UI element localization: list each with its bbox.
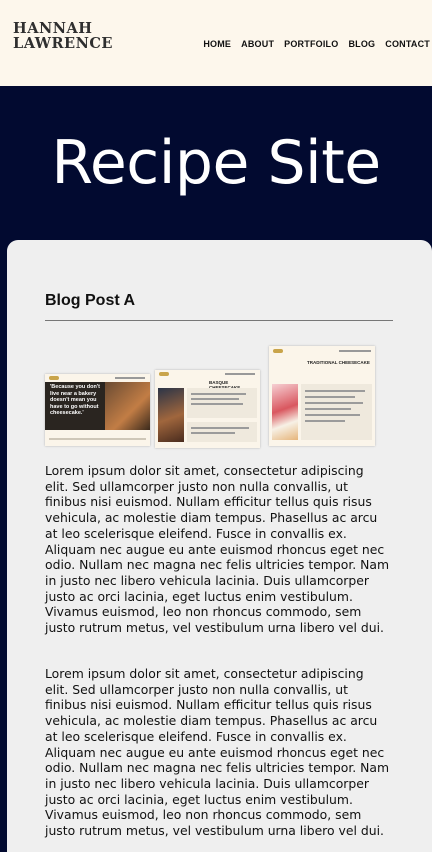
mini-logo-icon — [273, 349, 283, 353]
text-line — [191, 403, 243, 405]
nav-about-link[interactable]: ABOUT — [241, 39, 274, 49]
text-line — [191, 393, 246, 395]
text-line — [305, 390, 365, 392]
hero-title: Recipe Site — [51, 128, 381, 198]
text-line — [305, 420, 345, 422]
post-paragraph-2: Lorem ipsum dolor sit amet, consectetur … — [45, 666, 390, 839]
text-line — [191, 398, 239, 400]
text-line — [191, 432, 235, 434]
mini-nav — [115, 377, 145, 379]
nav-contact-link[interactable]: CONTACT — [385, 39, 430, 49]
post-divider — [45, 320, 393, 321]
cheesecake-photo — [272, 384, 298, 440]
nav-blog-link[interactable]: BLOG — [348, 39, 375, 49]
food-photo — [105, 382, 150, 430]
main-nav: HOME ABOUT PORTFOILO BLOG CONTACT — [203, 39, 430, 49]
mini-logo-icon — [49, 376, 59, 380]
recipe-panel — [301, 384, 372, 440]
quote-text: 'Because you don't live near a bakery do… — [50, 384, 100, 416]
text-line — [305, 408, 351, 410]
text-line — [305, 402, 363, 404]
screenshot-home[interactable]: 'Because you don't live near a bakery do… — [45, 374, 150, 446]
post-screenshots: 'Because you don't live near a bakery do… — [45, 346, 375, 448]
nav-home-link[interactable]: HOME — [203, 39, 231, 49]
blog-post-card: Blog Post A 'Because you don't live near… — [7, 240, 432, 852]
footer-line — [49, 438, 146, 440]
post-title: Blog Post A — [45, 292, 136, 309]
mini-logo-icon — [159, 372, 169, 376]
text-line — [305, 414, 360, 416]
screenshot-basque-recipe[interactable]: BASQUE CHEESECAKE — [155, 370, 260, 448]
site-logo[interactable]: HANNAH LAWRENCE — [13, 21, 113, 51]
text-line — [305, 396, 355, 398]
post-paragraph-1: Lorem ipsum dolor sit amet, consectetur … — [45, 463, 390, 636]
logo-line-1: HANNAH — [13, 20, 93, 37]
mini-nav — [339, 350, 371, 352]
site-header: HANNAH LAWRENCE HOME ABOUT PORTFOILO BLO… — [0, 0, 432, 86]
traditional-title: TRADITIONAL CHEESECAKE — [307, 360, 370, 365]
basque-photo — [158, 388, 184, 442]
mini-nav — [225, 373, 255, 375]
logo-line-2: LAWRENCE — [13, 35, 113, 52]
screenshot-traditional-recipe[interactable]: TRADITIONAL CHEESECAKE — [269, 346, 375, 446]
nav-portfolio-link[interactable]: PORTFOILO — [284, 39, 338, 49]
text-line — [191, 427, 249, 429]
